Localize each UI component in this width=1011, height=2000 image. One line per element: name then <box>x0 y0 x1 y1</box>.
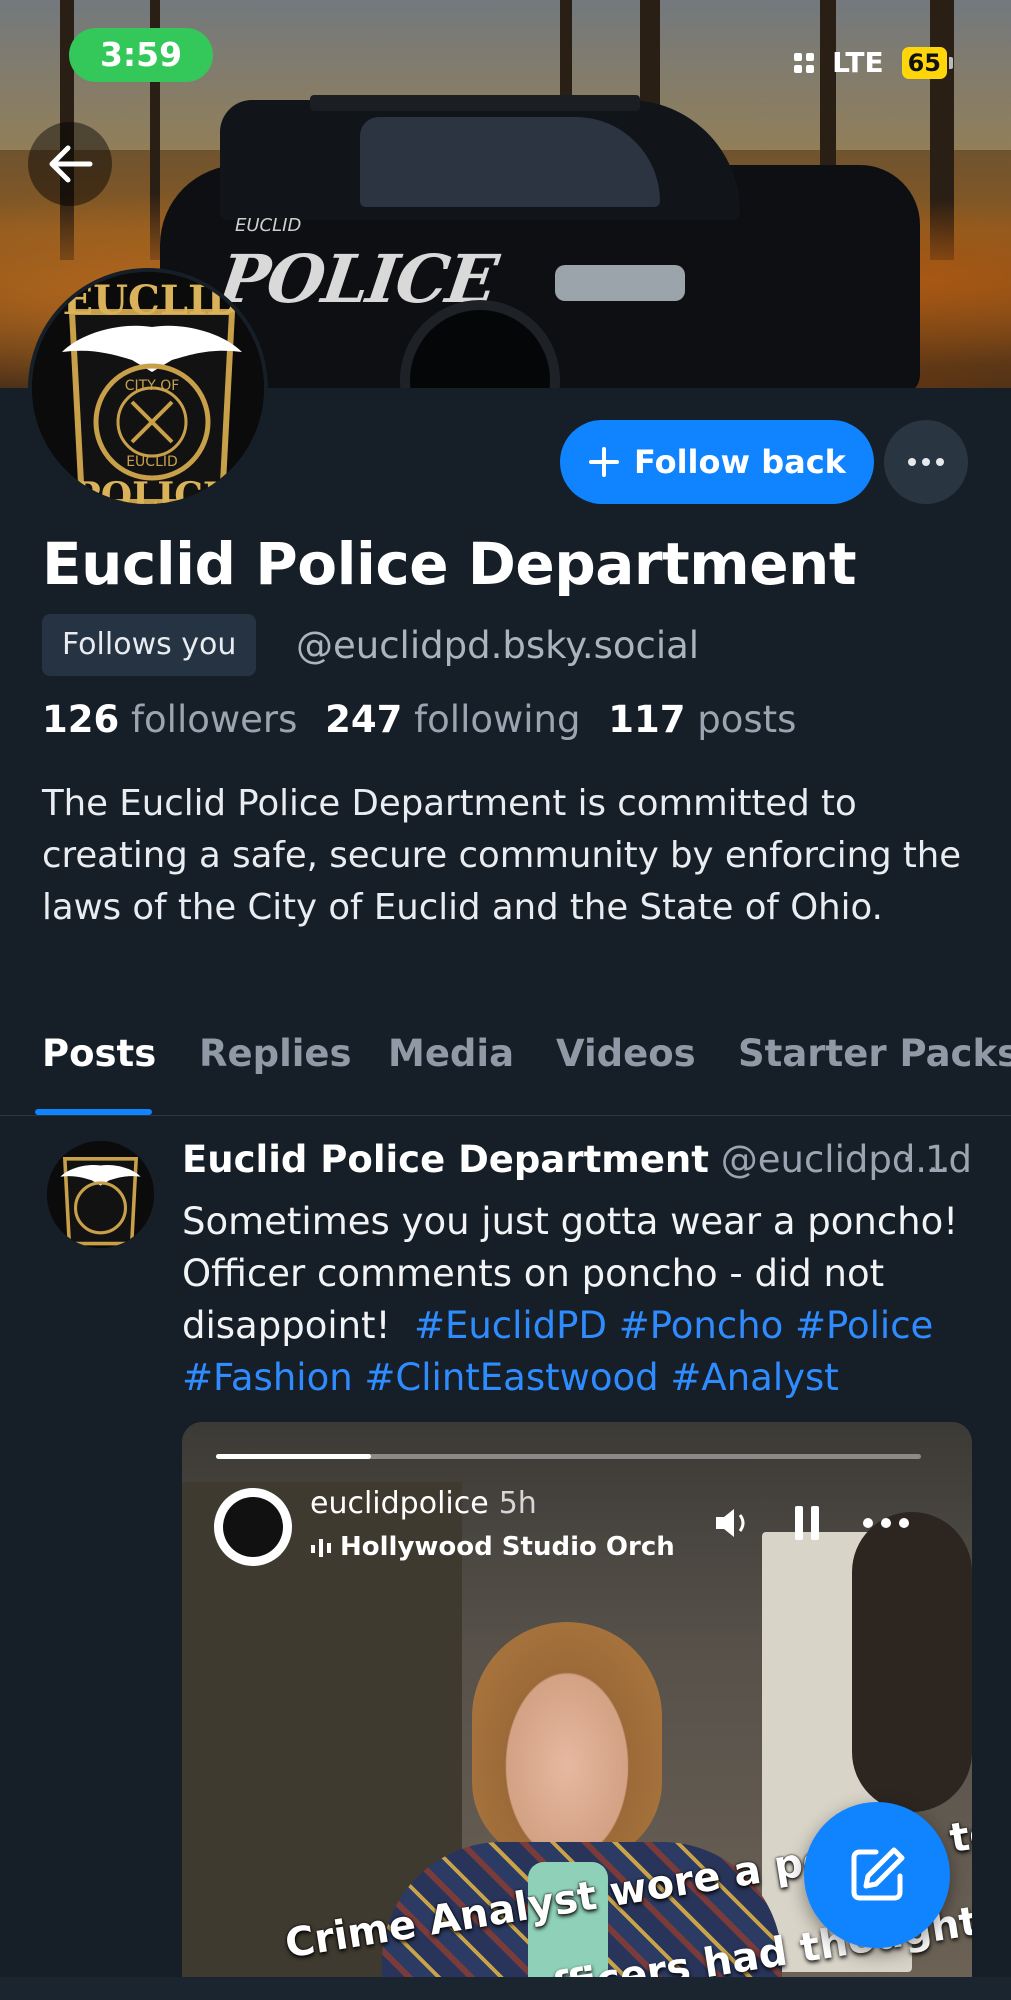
more-horizontal-icon <box>908 458 916 466</box>
plus-icon <box>589 447 620 477</box>
following-label: following <box>414 698 581 741</box>
followers-stat[interactable]: 126 followers <box>42 698 313 741</box>
car-lightbar <box>310 95 640 111</box>
profile-handle: @euclidpd.bsky.social <box>296 624 700 667</box>
video-progress-fill <box>216 1454 372 1459</box>
signal-icon <box>794 52 815 73</box>
police-badge-logo <box>47 1141 154 1248</box>
profile-bio: The Euclid Police Department is committe… <box>42 783 962 928</box>
car-window <box>360 117 660 207</box>
following-stat[interactable]: 247 following <box>325 698 596 741</box>
profile-stats: 126 followers 247 following 117 posts <box>42 698 812 741</box>
arrow-left-icon <box>49 145 93 183</box>
posts-stat: 117 posts <box>608 698 812 741</box>
video-user-line: euclidpolice 5h <box>310 1486 537 1521</box>
tab-posts[interactable]: Posts <box>42 1032 156 1075</box>
more-options-button[interactable] <box>884 420 968 504</box>
tab-starter-packs[interactable]: Starter Packs <box>738 1032 1011 1075</box>
posts-label: posts <box>697 698 797 741</box>
active-tab-indicator <box>35 1109 152 1115</box>
post-header: Euclid Police Department @euclidpd... · … <box>182 1138 982 1181</box>
profile-tabs: Posts Replies Media Videos Starter Packs <box>0 1020 1011 1116</box>
video-user-avatar <box>214 1488 292 1566</box>
tab-replies[interactable]: Replies <box>199 1032 352 1075</box>
battery-icon: 65 <box>901 46 953 79</box>
video-controls <box>712 1504 910 1542</box>
video-scene-person <box>472 1622 662 1862</box>
police-car-image: EUCLID POLICE <box>160 95 920 388</box>
hashtag[interactable]: #Fashion <box>182 1356 353 1399</box>
hashtag[interactable]: #Police <box>795 1304 933 1347</box>
video-scene-frame <box>852 1512 972 1812</box>
video-time-ago: 5h <box>498 1486 537 1521</box>
network-label: LTE <box>832 46 884 79</box>
following-count: 247 <box>325 698 403 741</box>
status-time: 3:59 <box>69 28 213 82</box>
tab-videos[interactable]: Videos <box>556 1032 696 1075</box>
video-username: euclidpolice <box>310 1486 489 1521</box>
video-music-line: Hollywood Studio Orch <box>310 1532 675 1562</box>
profile-avatar[interactable]: EUCLID CITY OF EUCLID POLICE <box>28 268 268 508</box>
follow-back-button[interactable]: Follow back <box>560 420 874 504</box>
car-city-text: EUCLID <box>235 215 302 236</box>
hashtag[interactable]: #EuclidPD <box>414 1304 607 1347</box>
post-timestamp[interactable]: · 1d <box>901 1138 972 1181</box>
compose-post-button[interactable] <box>804 1802 950 1948</box>
svg-text:POLICE: POLICE <box>74 475 231 508</box>
police-badge-logo: EUCLID CITY OF EUCLID POLICE <box>32 272 264 508</box>
post-text: Sometimes you just gotta wear a poncho! … <box>182 1196 982 1404</box>
profile-display-name: Euclid Police Department <box>42 530 857 598</box>
pause-icon[interactable] <box>792 1504 822 1542</box>
car-headlight <box>555 265 685 301</box>
svg-text:EUCLID: EUCLID <box>126 454 178 470</box>
video-progress-bar[interactable] <box>216 1454 921 1459</box>
hashtag[interactable]: #ClintEastwood <box>364 1356 658 1399</box>
tab-media[interactable]: Media <box>388 1032 514 1075</box>
more-horizontal-icon[interactable] <box>862 1517 910 1529</box>
posts-count: 117 <box>608 698 686 741</box>
video-music-title: Hollywood Studio Orch <box>340 1532 675 1562</box>
status-indicators: LTE 65 <box>794 46 953 79</box>
compose-icon <box>851 1847 905 1901</box>
follows-you-badge: Follows you <box>42 614 257 676</box>
svg-text:CITY OF: CITY OF <box>125 378 180 394</box>
followers-label: followers <box>131 698 298 741</box>
follow-back-label: Follow back <box>634 443 846 481</box>
battery-level: 65 <box>901 46 947 79</box>
hashtag[interactable]: #Analyst <box>670 1356 838 1399</box>
post-author-name[interactable]: Euclid Police Department <box>182 1138 709 1181</box>
post-author-avatar[interactable] <box>47 1141 154 1248</box>
music-bars-icon <box>311 1538 331 1557</box>
bottom-edge <box>0 1977 1011 2000</box>
followers-count: 126 <box>42 698 120 741</box>
back-button[interactable] <box>28 122 112 206</box>
hashtag[interactable]: #Poncho <box>619 1304 784 1347</box>
speaker-icon[interactable] <box>712 1505 752 1541</box>
